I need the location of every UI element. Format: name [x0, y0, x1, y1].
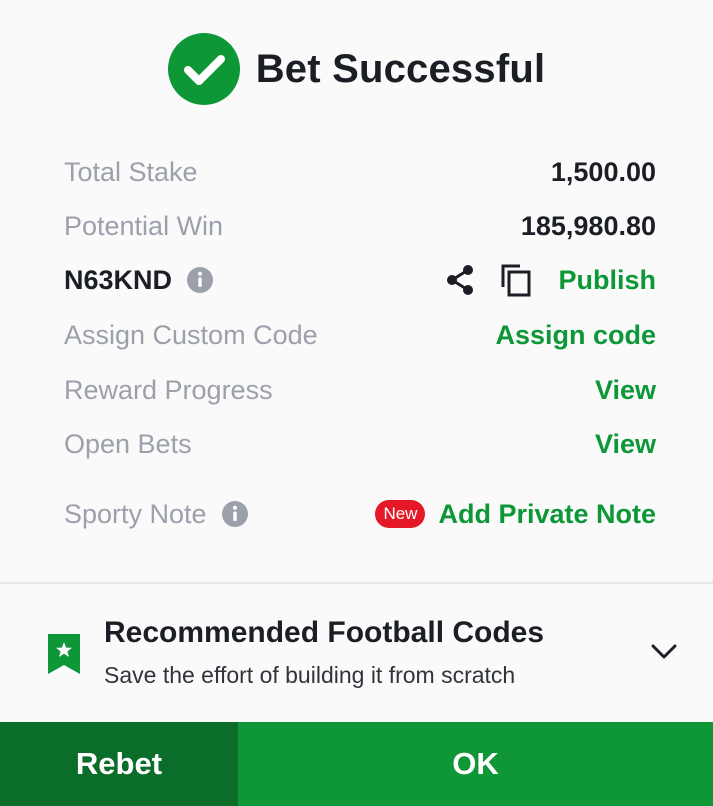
potential-win-row: Potential Win 185,980.80 [64, 206, 656, 246]
info-icon[interactable] [187, 267, 214, 293]
new-badge: New [375, 500, 426, 528]
total-stake-value: 1,500.00 [550, 156, 656, 187]
sporty-note-label: Sporty Note [64, 498, 207, 529]
share-icon[interactable] [444, 263, 476, 297]
potential-win-label: Potential Win [64, 210, 224, 241]
assign-code-link[interactable]: Assign code [495, 320, 656, 351]
booking-code-row: N63KND Publish [64, 260, 656, 300]
booking-code: N63KND [64, 264, 173, 295]
chevron-down-icon[interactable] [650, 642, 678, 662]
recommended-subtitle: Save the effort of building it from scra… [104, 662, 516, 688]
reward-progress-view-link[interactable]: View [595, 375, 656, 406]
open-bets-row: Open Bets View [64, 424, 656, 464]
sporty-note-group: Sporty Note [64, 499, 248, 530]
divider [0, 582, 713, 584]
private-note-group: New Add Private Note [375, 499, 656, 530]
assign-code-row: Assign Custom Code Assign code [64, 315, 656, 355]
reward-progress-row: Reward Progress View [64, 370, 656, 410]
sporty-note-row: Sporty Note New Add Private Note [64, 494, 656, 534]
recommended-codes-panel[interactable]: Recommended Football Codes Save the effo… [0, 600, 713, 710]
potential-win-value: 185,980.80 [520, 210, 656, 241]
open-bets-label: Open Bets [64, 428, 192, 459]
booking-code-group: N63KND [64, 264, 214, 296]
assign-code-label: Assign Custom Code [64, 319, 318, 350]
info-icon[interactable] [221, 501, 248, 527]
open-bets-view-link[interactable]: View [595, 429, 656, 460]
add-private-note-link[interactable]: Add Private Note [438, 499, 656, 530]
total-stake-row: Total Stake 1,500.00 [64, 152, 656, 192]
recommended-title: Recommended Football Codes [104, 616, 545, 649]
reward-progress-label: Reward Progress [64, 374, 273, 405]
total-stake-label: Total Stake [64, 156, 198, 187]
publish-link[interactable]: Publish [558, 265, 656, 296]
bookmark-star-icon [48, 634, 80, 674]
rebet-button[interactable]: Rebet [0, 722, 238, 806]
check-circle-icon [167, 33, 240, 105]
ok-button[interactable]: OK [238, 722, 713, 806]
copy-icon[interactable] [500, 263, 532, 297]
booking-actions: Publish [444, 263, 656, 297]
action-footer: Rebet OK [0, 722, 713, 806]
page-title: Bet Successful [255, 46, 546, 91]
success-header: Bet Successful [0, 33, 713, 105]
